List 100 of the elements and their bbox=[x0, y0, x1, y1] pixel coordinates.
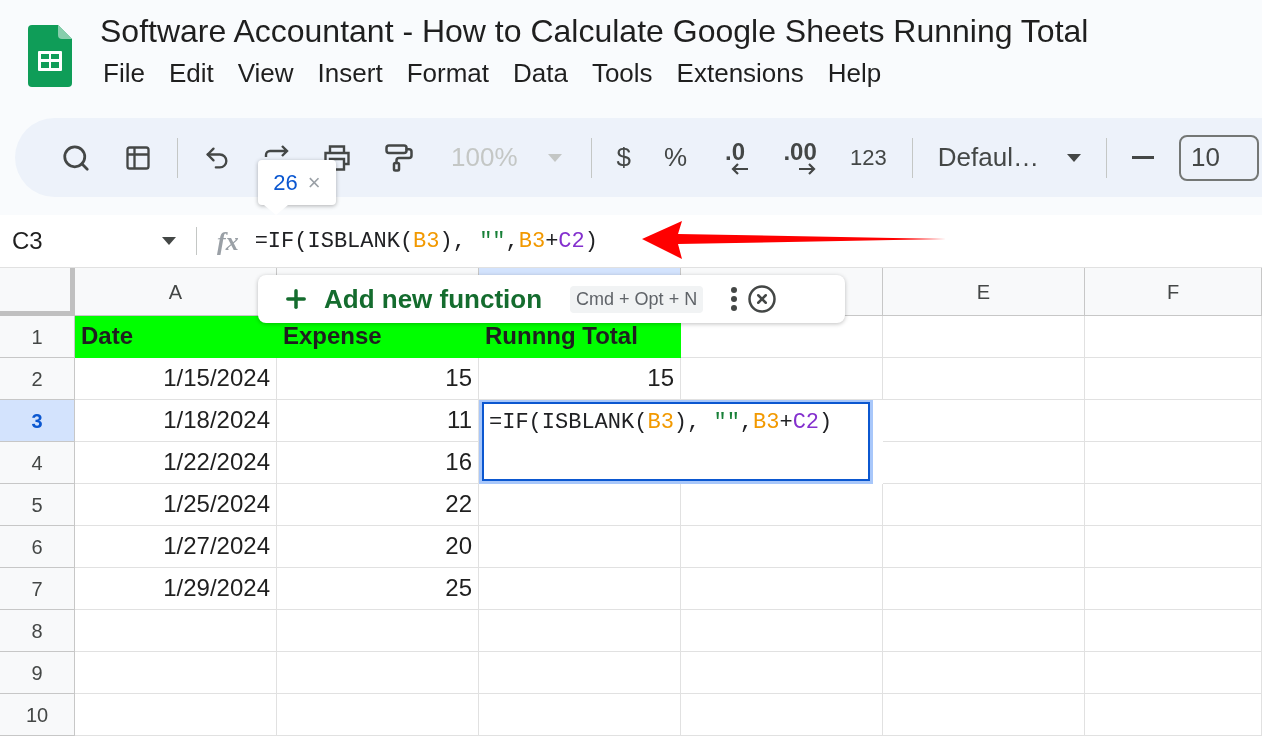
row-header[interactable]: 6 bbox=[0, 526, 75, 568]
empty-cell[interactable] bbox=[1085, 526, 1262, 568]
row-header[interactable]: 1 bbox=[0, 316, 75, 358]
formula-text: =IF(ISBLANK(B3), "",B3+C2) bbox=[254, 227, 598, 256]
table-cell: 1/27/2024 bbox=[75, 526, 277, 568]
empty-cell[interactable] bbox=[681, 652, 883, 694]
empty-cell[interactable] bbox=[883, 610, 1085, 652]
name-box[interactable]: C3 bbox=[0, 223, 186, 259]
empty-cell[interactable] bbox=[277, 652, 479, 694]
empty-cell[interactable] bbox=[479, 652, 681, 694]
empty-cell[interactable] bbox=[681, 484, 883, 526]
empty-cell[interactable] bbox=[883, 484, 1085, 526]
table-cell: 1/15/2024 bbox=[75, 358, 277, 400]
table-cell: 16 bbox=[277, 442, 479, 484]
table-cell: 15 bbox=[479, 358, 681, 400]
empty-cell[interactable] bbox=[277, 610, 479, 652]
empty-cell[interactable] bbox=[883, 442, 1085, 484]
increase-decimal-button[interactable]: .00 bbox=[775, 140, 826, 175]
empty-cell[interactable] bbox=[883, 568, 1085, 610]
empty-cell[interactable] bbox=[1085, 652, 1262, 694]
decrease-decimal-button[interactable]: .0 bbox=[712, 140, 759, 175]
empty-cell[interactable] bbox=[479, 484, 681, 526]
more-options-button[interactable] bbox=[731, 287, 738, 311]
empty-cell[interactable] bbox=[479, 610, 681, 652]
empty-cell[interactable] bbox=[681, 610, 883, 652]
menu-item[interactable]: File bbox=[98, 56, 150, 90]
empty-cell[interactable] bbox=[681, 568, 883, 610]
function-label: fx bbox=[217, 225, 239, 258]
font-dropdown[interactable]: Defaul… bbox=[929, 138, 1089, 177]
percent-button[interactable]: % bbox=[655, 135, 696, 180]
row-header[interactable]: 2 bbox=[0, 358, 75, 400]
empty-cell[interactable] bbox=[681, 526, 883, 568]
close-button[interactable] bbox=[747, 284, 778, 314]
column-header[interactable]: E bbox=[883, 268, 1085, 316]
menu-item[interactable]: Tools bbox=[586, 56, 658, 90]
empty-cell[interactable] bbox=[1085, 316, 1262, 358]
search-icon bbox=[61, 142, 91, 173]
caret-icon bbox=[547, 153, 562, 162]
table-cell: 20 bbox=[277, 526, 479, 568]
select-all-corner[interactable] bbox=[0, 268, 75, 316]
left-arrow-icon bbox=[730, 162, 751, 175]
row-header[interactable]: 7 bbox=[0, 568, 75, 610]
empty-cell[interactable] bbox=[479, 526, 681, 568]
empty-cell[interactable] bbox=[277, 694, 479, 736]
empty-cell[interactable] bbox=[1085, 610, 1262, 652]
table-icon bbox=[124, 143, 152, 172]
empty-cell[interactable] bbox=[1085, 568, 1262, 610]
currency-button[interactable]: $ bbox=[608, 135, 639, 180]
font-size-field[interactable]: 10 bbox=[1178, 134, 1259, 181]
row-header[interactable]: 3 bbox=[0, 400, 75, 442]
cell-editor[interactable]: =IF(ISBLANK(B3), "",B3+C2) bbox=[479, 399, 873, 484]
empty-cell[interactable] bbox=[883, 358, 1085, 400]
table-cell: 1/25/2024 bbox=[75, 484, 277, 526]
empty-cell[interactable] bbox=[1085, 442, 1262, 484]
empty-cell[interactable] bbox=[1085, 400, 1262, 442]
empty-cell[interactable] bbox=[681, 358, 883, 400]
menu-item[interactable]: View bbox=[232, 56, 299, 90]
column-header[interactable]: A bbox=[75, 268, 277, 316]
empty-cell[interactable] bbox=[883, 694, 1085, 736]
row-header[interactable]: 9 bbox=[0, 652, 75, 694]
add-function-button[interactable]: Add new function bbox=[282, 279, 543, 319]
table-cell: 22 bbox=[277, 484, 479, 526]
close-icon bbox=[747, 284, 778, 314]
number-format-button[interactable]: 123 bbox=[842, 135, 895, 180]
caret-icon bbox=[1066, 153, 1081, 162]
row-header[interactable]: 8 bbox=[0, 610, 75, 652]
shortcut-label: Cmd + Opt + N bbox=[570, 285, 704, 313]
printer-icon bbox=[323, 144, 351, 171]
table-cell: 1/18/2024 bbox=[75, 400, 277, 442]
table-cell: 1/29/2024 bbox=[75, 568, 277, 610]
menu-item[interactable]: Insert bbox=[312, 56, 388, 90]
table-cell: 25 bbox=[277, 568, 479, 610]
menu-item[interactable]: Extensions bbox=[671, 56, 809, 90]
menu-item[interactable]: Help bbox=[822, 56, 887, 90]
paint-roller-icon bbox=[384, 142, 414, 173]
caret-icon bbox=[162, 237, 176, 245]
table-cell: 15 bbox=[277, 358, 479, 400]
document-title[interactable]: Software Accountant - How to Calculate Google Sheets Running Total bbox=[100, 10, 1089, 52]
empty-cell[interactable] bbox=[479, 568, 681, 610]
row-header[interactable]: 4 bbox=[0, 442, 75, 484]
menu-item[interactable]: Edit bbox=[163, 56, 219, 90]
empty-cell[interactable] bbox=[681, 694, 883, 736]
more-icon bbox=[731, 287, 738, 311]
empty-cell[interactable] bbox=[1085, 484, 1262, 526]
empty-cell[interactable] bbox=[1085, 358, 1262, 400]
empty-cell[interactable] bbox=[883, 526, 1085, 568]
empty-cell[interactable] bbox=[1085, 694, 1262, 736]
row-header[interactable]: 10 bbox=[0, 694, 75, 736]
empty-cell[interactable] bbox=[883, 316, 1085, 358]
empty-cell[interactable] bbox=[883, 652, 1085, 694]
menu-item[interactable]: Data bbox=[508, 56, 573, 90]
row-header[interactable]: 5 bbox=[0, 484, 75, 526]
sheets-logo-icon[interactable] bbox=[28, 25, 72, 87]
menu-item[interactable]: Format bbox=[401, 56, 494, 90]
tooltip-value: 26 bbox=[273, 169, 298, 197]
minus-icon bbox=[1131, 156, 1154, 159]
header-cell: Date bbox=[75, 316, 277, 358]
empty-cell[interactable] bbox=[479, 694, 681, 736]
column-header[interactable]: F bbox=[1085, 268, 1262, 316]
empty-cell[interactable] bbox=[883, 400, 1085, 442]
